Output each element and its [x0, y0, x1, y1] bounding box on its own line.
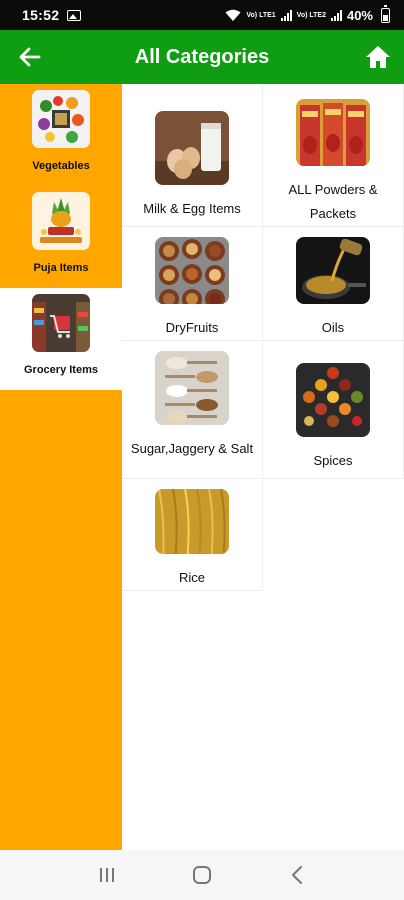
category-all-powders-packets[interactable]: ALL Powders & Packets [263, 84, 404, 227]
recent-apps-icon[interactable] [93, 861, 121, 889]
category-label: ALL Powders & Packets [288, 182, 378, 221]
dryfruits-image [155, 237, 229, 304]
category-row: Sugar,Jaggery & Salt Spices [122, 341, 404, 479]
back-button-icon[interactable] [283, 861, 311, 889]
sidebar-item-vegetables[interactable]: Vegetables [0, 84, 122, 186]
category-sugar-jaggery-salt[interactable]: Sugar,Jaggery & Salt [122, 341, 263, 479]
category-oils[interactable]: Oils [263, 227, 404, 341]
network-label-2: Vo) LTE2 [296, 11, 326, 19]
sidebar-item-label: Puja Items [33, 262, 89, 274]
sidebar-item-label: Vegetables [32, 160, 90, 172]
battery-percent: 40% [346, 7, 373, 23]
battery-icon [381, 4, 390, 23]
grocery-items-image [32, 294, 90, 352]
vegetables-image [32, 90, 90, 148]
category-row: Milk & Egg Items ALL Powders & Packets [122, 84, 404, 227]
gallery-icon [67, 9, 82, 21]
network-label-1: Vo) LTE1 [246, 11, 276, 19]
home-icon[interactable] [364, 43, 392, 71]
category-label: Milk & Egg Items [143, 201, 241, 216]
category-grid: Milk & Egg Items ALL Powders & Packets D… [122, 84, 404, 591]
category-label: Spices [313, 453, 353, 468]
spices-image [296, 363, 370, 437]
home-button-icon[interactable] [188, 861, 216, 889]
sidebar-item-puja-items[interactable]: Puja Items [0, 186, 122, 288]
category-rice[interactable]: Rice [122, 479, 263, 591]
sidebar-item-grocery-items[interactable]: Grocery Items [0, 288, 122, 390]
category-label: Sugar,Jaggery & Salt [130, 441, 254, 456]
puja-items-image [32, 192, 90, 250]
wifi-icon [225, 9, 241, 21]
category-sidebar: Vegetables Puja Items Grocery Items [0, 84, 122, 850]
signal-icon [280, 9, 292, 21]
sidebar-item-label: Grocery Items [24, 364, 98, 376]
page-title: All Categories [134, 45, 270, 68]
milk-egg-image [155, 111, 229, 185]
arrow-left-icon[interactable] [16, 43, 44, 71]
status-bar: 15:52 Vo) LTE1 Vo) LTE2 40% [0, 0, 404, 30]
signal-icon-2 [330, 9, 342, 21]
sugar-jaggery-salt-image [155, 351, 229, 425]
category-label: DryFruits [165, 320, 219, 335]
rice-image [155, 489, 229, 554]
oils-image [296, 237, 370, 304]
category-milk-egg-items[interactable]: Milk & Egg Items [122, 84, 263, 227]
category-spices[interactable]: Spices [263, 341, 404, 479]
category-dryfruits[interactable]: DryFruits [122, 227, 263, 341]
status-time: 15:52 [22, 7, 60, 23]
category-row: DryFruits Oils [122, 227, 404, 341]
category-row: Rice [122, 479, 404, 591]
app-bar: All Categories [0, 30, 404, 84]
powders-packets-image [296, 99, 370, 166]
system-nav-bar [0, 850, 404, 900]
category-label: Rice [178, 570, 205, 585]
category-label: Oils [321, 320, 345, 335]
